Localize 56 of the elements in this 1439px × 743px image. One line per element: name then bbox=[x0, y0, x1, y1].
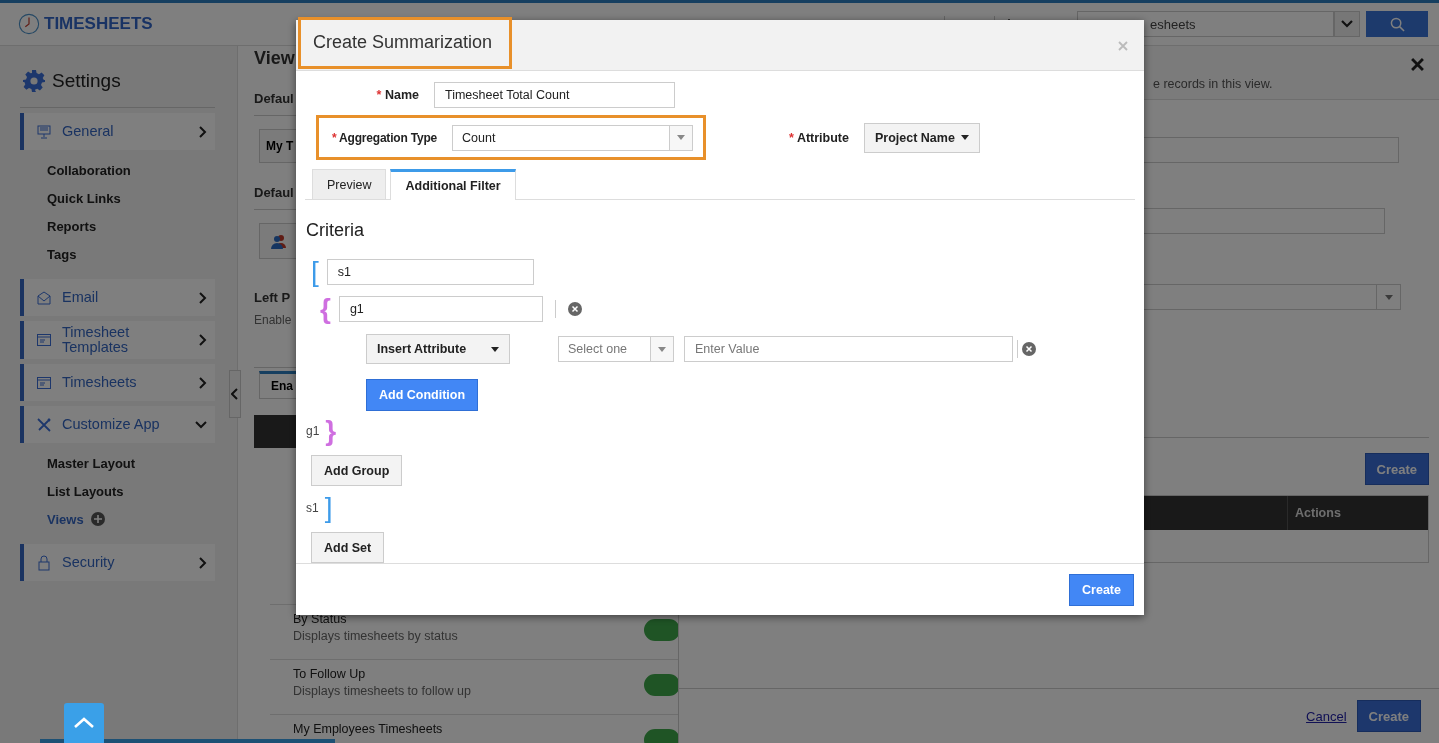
sidebar-item[interactable]: Customize App bbox=[20, 406, 215, 443]
input-field[interactable]: Timesheet Total Count bbox=[434, 82, 675, 108]
add-set-button[interactable]: Add Set bbox=[311, 532, 385, 563]
sidebar-item[interactable]: Security bbox=[20, 544, 215, 581]
add-condition-button[interactable]: Add Condition bbox=[366, 379, 479, 411]
sidebar-item[interactable]: Email bbox=[20, 279, 215, 316]
view-description: Displays timesheets by status bbox=[293, 629, 459, 643]
sidebar-item[interactable]: Timesheet Templates bbox=[20, 321, 215, 359]
section-heading: Defaul bbox=[254, 91, 294, 106]
sidebar-item[interactable]: General bbox=[20, 113, 215, 150]
input-field[interactable]: g1 bbox=[338, 296, 543, 322]
add-group-button[interactable]: Add Group bbox=[311, 455, 403, 486]
view-name: My Employees Timesheets bbox=[293, 722, 444, 736]
dropdown-button[interactable]: Project Name bbox=[863, 122, 980, 153]
bracket: ] bbox=[324, 494, 333, 522]
cancel-link[interactable]: Cancel bbox=[1306, 708, 1347, 724]
view-description: Displays timesheets to follow up bbox=[293, 684, 472, 698]
tab[interactable]: Ena bbox=[259, 371, 298, 399]
sidebar-link[interactable]: Reports bbox=[47, 218, 97, 234]
bracket: } bbox=[325, 417, 337, 445]
view-button[interactable]: My T bbox=[259, 129, 299, 163]
panel-description: e records in this view. bbox=[1153, 77, 1273, 91]
create-button[interactable]: Create bbox=[1069, 573, 1134, 606]
select-field[interactable]: Count bbox=[452, 124, 693, 151]
create-button[interactable]: Create bbox=[1356, 700, 1421, 732]
sidebar-link[interactable]: Master Layout bbox=[47, 455, 136, 471]
input-field[interactable]: s1 bbox=[326, 259, 534, 285]
tab[interactable]: Preview bbox=[312, 169, 387, 199]
field-label: * Aggregation Type bbox=[330, 130, 437, 145]
section-heading: Criteria bbox=[306, 220, 365, 241]
sidebar-link[interactable]: List Layouts bbox=[47, 483, 124, 499]
bracket: [ bbox=[311, 258, 319, 286]
section-heading: Defaul bbox=[254, 185, 294, 200]
app-title[interactable]: TIMESHEETS bbox=[44, 14, 153, 34]
field-label: * Name bbox=[375, 88, 420, 102]
select-field[interactable]: Select one bbox=[558, 336, 674, 362]
section-description: Enable bbox=[254, 313, 293, 327]
view-name: To Follow Up bbox=[293, 667, 367, 681]
field-label: * Attribute bbox=[789, 130, 850, 145]
settings-title: Settings bbox=[52, 70, 121, 92]
set-label: s1 bbox=[306, 501, 319, 515]
dialog-title: Create Summarization bbox=[313, 32, 493, 53]
bracket: { bbox=[320, 295, 331, 323]
sidebar-link[interactable]: Quick Links bbox=[47, 190, 121, 206]
input-field[interactable]: Enter Value bbox=[684, 336, 1013, 362]
sidebar-link[interactable]: Views bbox=[47, 511, 84, 527]
sidebar-link[interactable]: Tags bbox=[47, 246, 77, 262]
section-heading: Left P bbox=[254, 290, 291, 305]
dropdown-button[interactable]: Insert Attribute bbox=[366, 334, 510, 364]
sidebar-item[interactable]: Timesheets bbox=[20, 364, 215, 401]
group-label: g1 bbox=[306, 424, 320, 438]
create-button[interactable]: Create bbox=[1364, 453, 1429, 485]
tab[interactable]: Additional Filter bbox=[390, 169, 516, 200]
page-title: View bbox=[254, 48, 296, 69]
column-header: Actions bbox=[1287, 496, 1341, 530]
sidebar-link[interactable]: Collaboration bbox=[47, 162, 131, 178]
